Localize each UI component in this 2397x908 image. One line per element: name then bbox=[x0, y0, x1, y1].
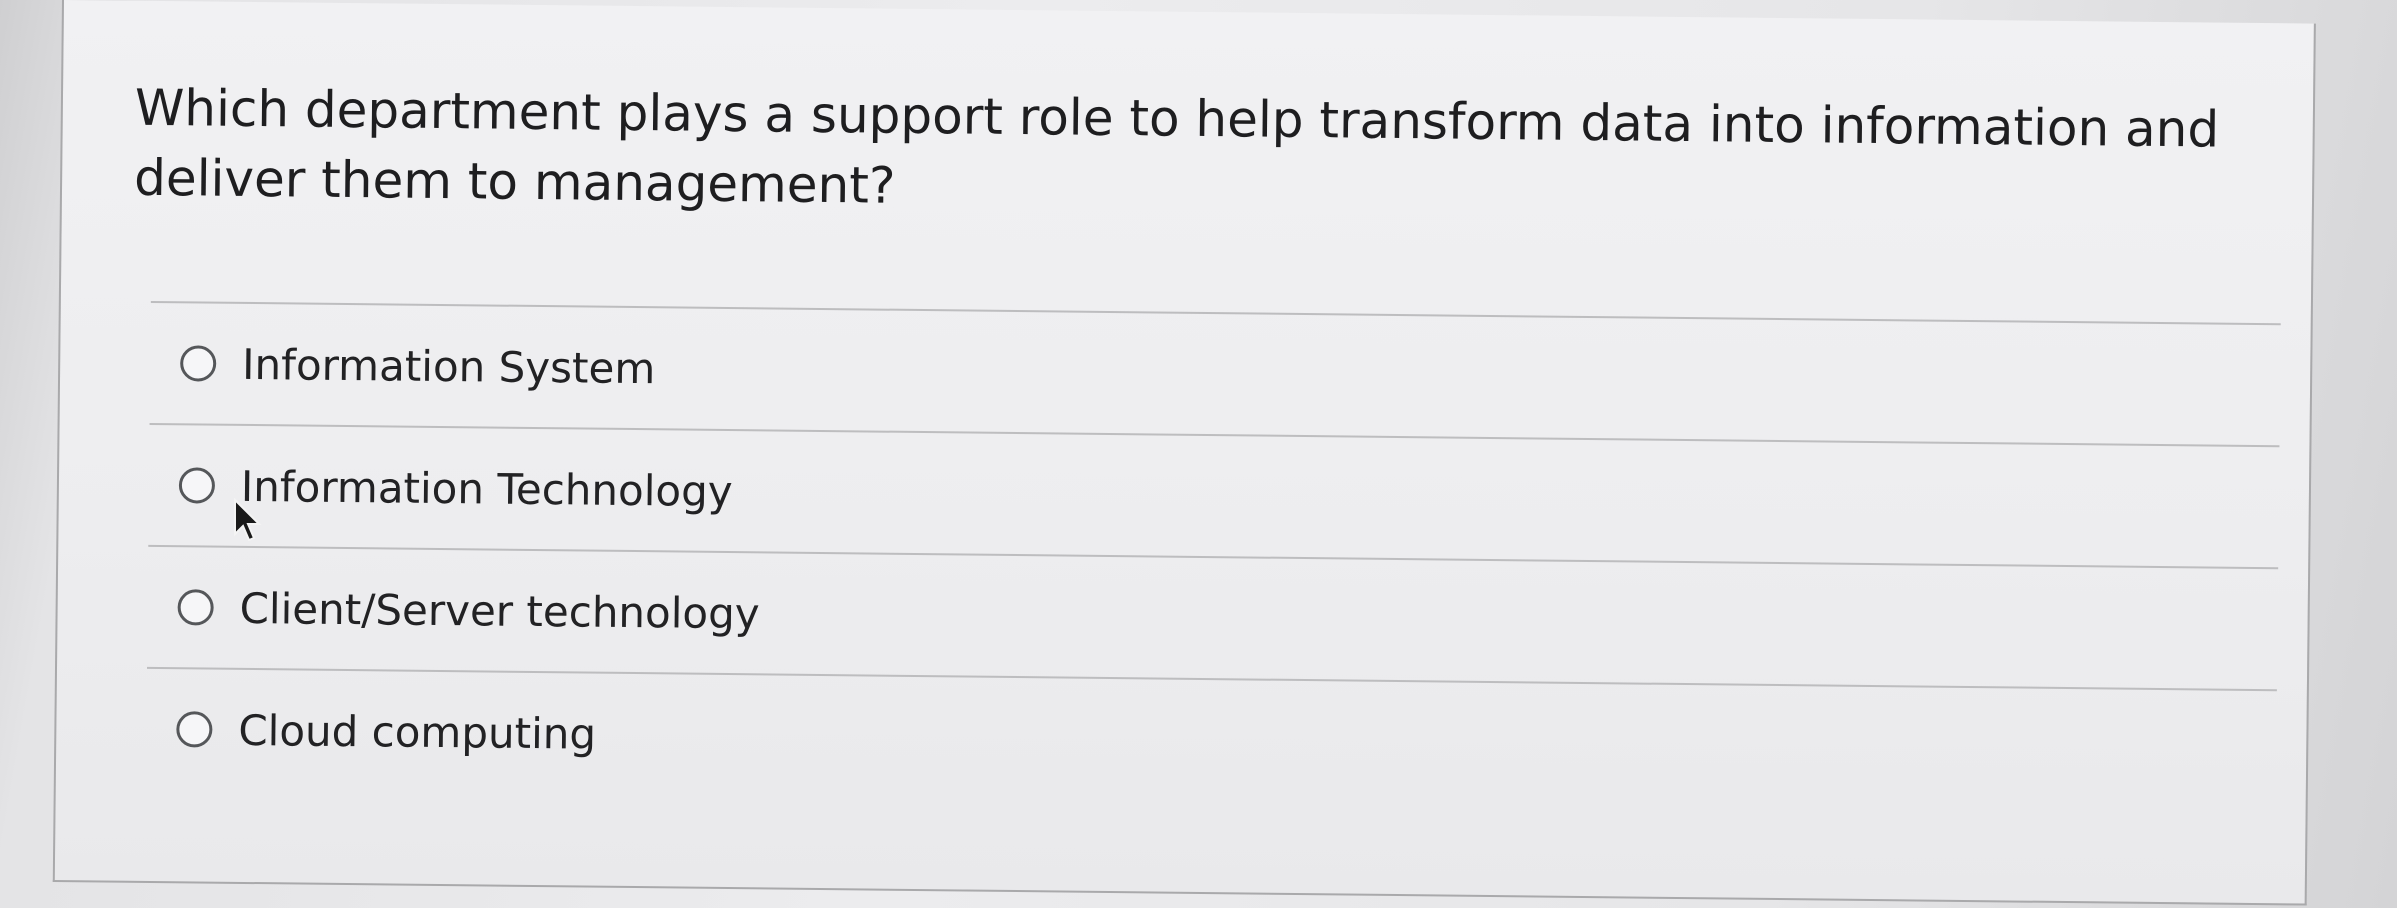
question-card: Which department plays a support role to… bbox=[52, 0, 2316, 906]
radio-button[interactable] bbox=[177, 589, 214, 626]
option-client-server-technology[interactable]: Client/Server technology bbox=[147, 547, 2308, 690]
option-information-technology[interactable]: Information Technology bbox=[148, 425, 2309, 568]
option-label: Cloud computing bbox=[238, 705, 597, 759]
radio-button[interactable] bbox=[178, 467, 216, 504]
option-label: Information Technology bbox=[240, 461, 733, 516]
mouse-pointer-icon bbox=[234, 498, 262, 542]
option-cloud-computing[interactable]: Cloud computing bbox=[146, 669, 2307, 812]
quiz-screen: Which department plays a support role to… bbox=[0, 0, 2397, 908]
radio-button[interactable] bbox=[180, 345, 217, 382]
option-label: Client/Server technology bbox=[239, 583, 760, 638]
option-information-system[interactable]: Information System bbox=[150, 303, 2311, 446]
answer-options: Information System Information Technolog… bbox=[146, 300, 2311, 812]
option-label: Information System bbox=[241, 339, 656, 393]
radio-button[interactable] bbox=[176, 711, 213, 748]
question-text: Which department plays a support role to… bbox=[133, 78, 2220, 215]
